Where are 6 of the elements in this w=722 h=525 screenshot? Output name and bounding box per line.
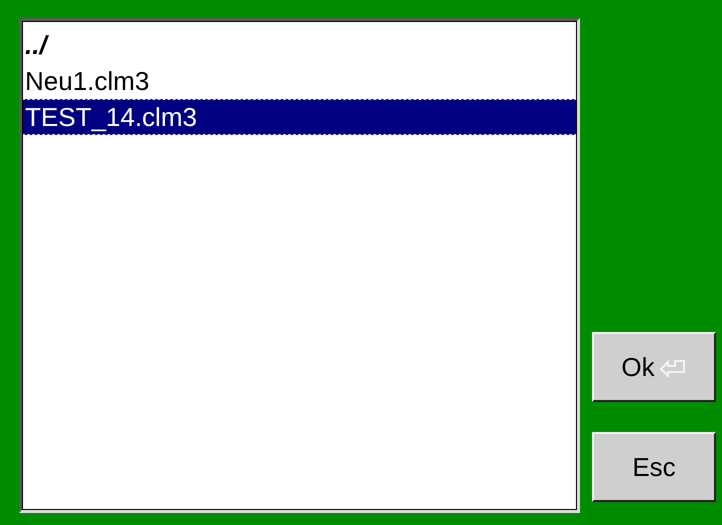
ok-button[interactable]: Ok [592, 332, 716, 402]
file-item[interactable]: Neu1.clm3 [22, 63, 577, 99]
file-item[interactable]: TEST_14.clm3 [22, 99, 577, 135]
file-item[interactable]: ../ [22, 27, 577, 63]
cancel-button[interactable]: Esc [592, 432, 716, 502]
enter-icon [658, 357, 687, 377]
